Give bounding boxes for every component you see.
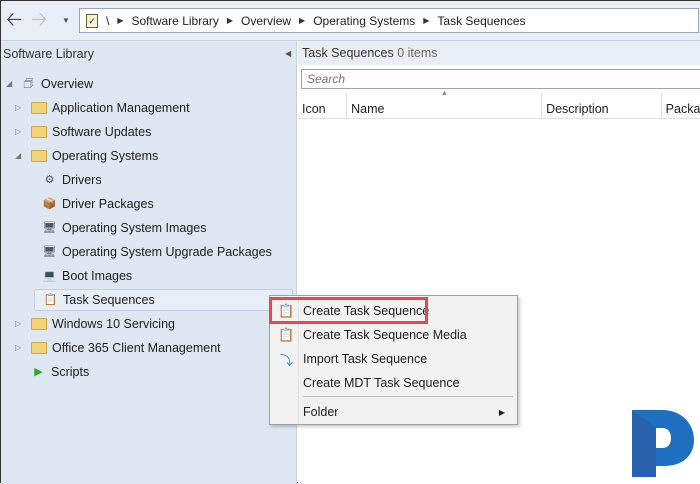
menu-item-label: Create Task Sequence Media	[303, 328, 467, 342]
task-sequence-media-icon: 📋	[278, 327, 295, 342]
menu-separator	[303, 396, 513, 397]
tree-item-label: Windows 10 Servicing	[52, 317, 175, 331]
highlight-box	[269, 297, 428, 324]
column-header-name[interactable]: Name	[347, 94, 543, 119]
folder-icon	[31, 102, 47, 114]
tree-item[interactable]: 💻 Boot Images	[42, 265, 133, 287]
tree-item[interactable]: 🗇 Overview	[21, 73, 93, 95]
column-header-package[interactable]: Package	[662, 94, 700, 119]
navigation-pane: Software Library ◀ 🗇 Overview ◢ Application…	[1, 41, 297, 484]
tree-item[interactable]: Operating Systems	[31, 145, 158, 167]
search-input[interactable]	[301, 69, 700, 89]
column-header-icon[interactable]: Icon	[298, 94, 348, 119]
tree-item-label: Task Sequences	[63, 293, 155, 307]
column-header-description[interactable]: Description	[542, 94, 662, 119]
tree-item[interactable]: Windows 10 Servicing	[31, 313, 175, 335]
tree-item-label: Boot Images	[62, 269, 133, 283]
breadcrumb-separator-icon[interactable]: ▶	[117, 16, 123, 25]
tree-item-label: Scripts	[51, 365, 90, 379]
os-upgrade-icon: 🖥	[42, 245, 57, 258]
breadcrumb-software-library[interactable]: Software Library	[132, 14, 219, 28]
content-header: Task Sequences 0 items	[298, 41, 700, 65]
collapsed-arrow-icon[interactable]: ▷	[15, 127, 21, 136]
tree-item[interactable]: Application Management	[31, 97, 190, 119]
pane-title: Software Library	[3, 47, 95, 61]
tree-item[interactable]: Software Updates	[31, 121, 151, 143]
breadcrumb-task-sequences[interactable]: Task Sequences	[437, 14, 525, 28]
menu-item-label: Folder	[303, 405, 339, 419]
back-arrow-icon[interactable]: 🡠	[6, 10, 22, 30]
tree-item-label: Operating Systems	[52, 149, 159, 163]
watermark-logo	[632, 410, 694, 477]
folder-icon	[31, 126, 47, 138]
collapse-pane-icon[interactable]: ◀	[285, 49, 291, 58]
scripts-icon: ▶	[34, 365, 43, 378]
tree-item[interactable]: 🖥 Operating System Upgrade Packages	[42, 241, 272, 263]
breadcrumb-root[interactable]: \	[106, 14, 109, 28]
tree-item[interactable]: ▶ Scripts	[31, 361, 89, 383]
tree-item[interactable]: 🖥 Operating System Images	[42, 217, 207, 239]
os-image-icon: 🖥	[42, 221, 57, 234]
menu-item-label: Create MDT Task Sequence	[303, 376, 460, 390]
breadcrumb-separator-icon[interactable]: ▶	[227, 16, 233, 25]
breadcrumb-separator-icon[interactable]: ▶	[299, 16, 305, 25]
breadcrumb-overview[interactable]: Overview	[241, 14, 291, 28]
item-count: 0 items	[397, 46, 438, 60]
tree-item[interactable]: 📦 Driver Packages	[42, 193, 154, 215]
menu-item-create-mdt-task-sequence[interactable]: Create MDT Task Sequence	[270, 371, 517, 395]
folder-icon	[31, 342, 47, 354]
forward-arrow-icon[interactable]: 🡢	[31, 10, 47, 30]
navigation-bar: 🡠 🡢 ▼ ✓ \ ▶ Software Library ▶ Overview ▶ O…	[1, 1, 700, 41]
tree-item[interactable]: ⚙ Drivers	[42, 169, 102, 191]
overview-icon: 🗇	[23, 77, 34, 90]
menu-item-create-task-sequence-media[interactable]: 📋 Create Task Sequence Media	[270, 323, 517, 347]
collapsed-arrow-icon[interactable]: ▷	[15, 343, 21, 352]
menu-item-folder[interactable]: Folder ▶	[270, 400, 517, 424]
menu-item-import-task-sequence[interactable]: ⤵ Import Task Sequence	[270, 347, 517, 371]
tree-item[interactable]: 📋 Task Sequences	[34, 289, 293, 311]
package-icon: 📦	[42, 197, 57, 210]
breadcrumb-separator-icon[interactable]: ▶	[423, 16, 429, 25]
submenu-arrow-icon: ▶	[498, 407, 505, 417]
address-bar[interactable]: ✓ \ ▶ Software Library ▶ Overview ▶ Operati…	[79, 8, 699, 33]
menu-item-label: Import Task Sequence	[303, 352, 428, 366]
column-headers: Icon Name Description Package	[298, 94, 700, 119]
boot-image-icon: 💻	[42, 269, 57, 282]
expanded-arrow-icon[interactable]: ◢	[15, 151, 21, 160]
import-arrow-icon: ⤵	[279, 352, 293, 368]
tree-item-label: Operating System Upgrade Packages	[62, 245, 272, 259]
tree-item-label: Operating System Images	[62, 221, 207, 235]
folder-icon	[31, 150, 47, 162]
collapsed-arrow-icon[interactable]: ▷	[15, 103, 21, 112]
collapsed-arrow-icon[interactable]: ▷	[15, 319, 21, 328]
tree-item-label: Driver Packages	[62, 197, 154, 211]
tree-item[interactable]: Office 365 Client Management	[31, 337, 221, 359]
task-sequence-icon: 📋	[43, 293, 58, 306]
tree-item-label: Application Management	[52, 101, 190, 115]
history-dropdown-icon[interactable]: ▼	[62, 16, 70, 25]
tree-item-label: Software Updates	[52, 125, 152, 139]
task-sequence-icon: ✓	[86, 13, 98, 28]
breadcrumb-operating-systems[interactable]: Operating Systems	[313, 14, 415, 28]
content-title: Task Sequences	[302, 46, 394, 60]
tree-item-label: Drivers	[62, 173, 102, 187]
folder-icon	[31, 318, 47, 330]
expanded-arrow-icon[interactable]: ◢	[6, 79, 12, 88]
driver-icon: ⚙	[44, 173, 55, 186]
tree-item-label: Office 365 Client Management	[52, 341, 221, 355]
tree-item-label: Overview	[41, 77, 94, 91]
